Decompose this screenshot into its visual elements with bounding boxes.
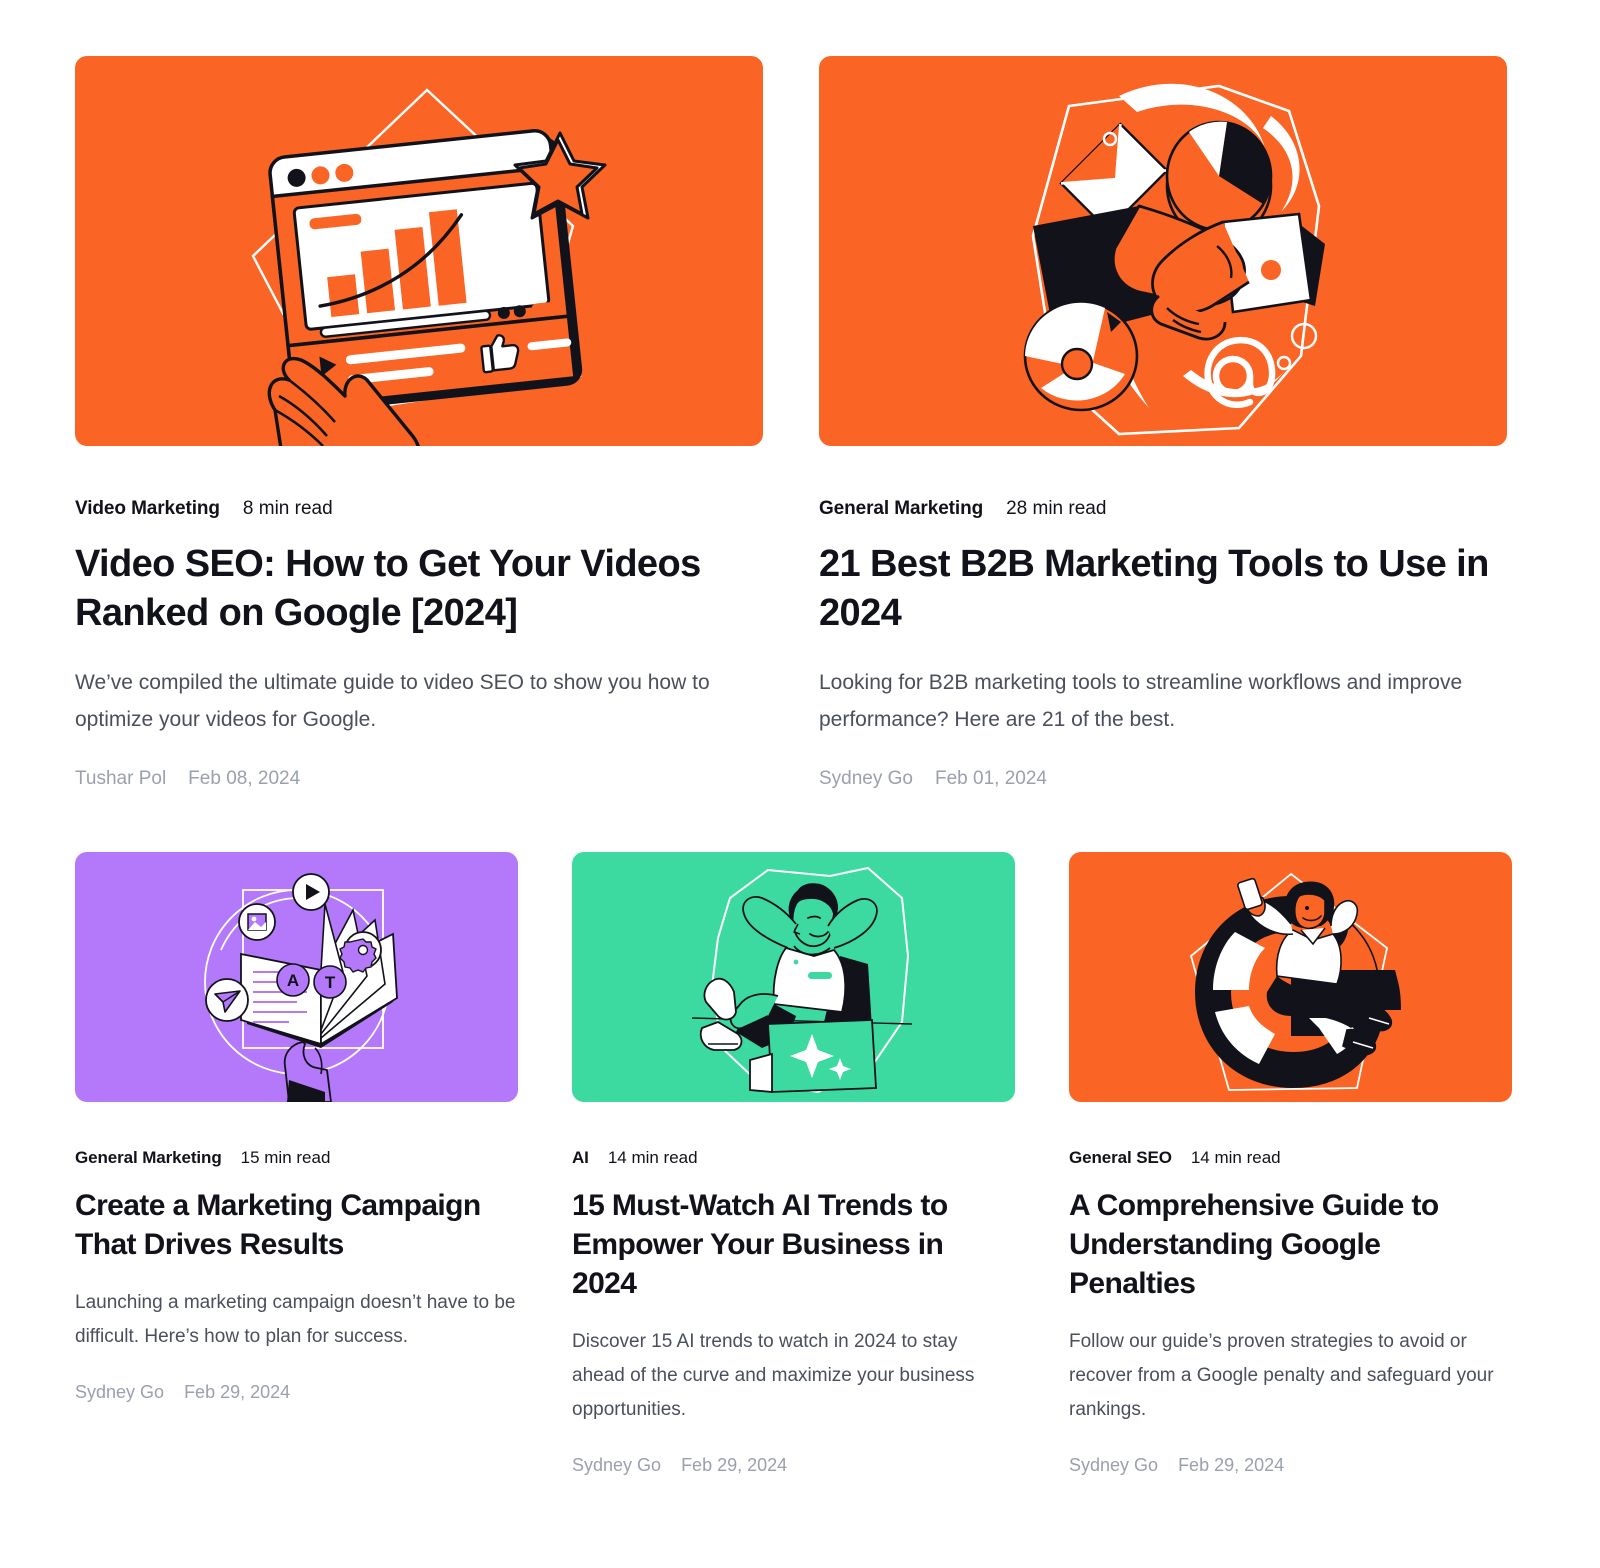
handshake-illustration	[819, 56, 1507, 446]
svg-text:A: A	[287, 971, 299, 990]
article-date: Feb 29, 2024	[184, 1382, 291, 1402]
article-title[interactable]: Create a Marketing Campaign That Drives …	[75, 1168, 495, 1264]
article-excerpt: We’ve compiled the ultimate guide to vid…	[75, 671, 710, 731]
article-excerpt: Looking for B2B marketing tools to strea…	[819, 671, 1463, 731]
article-date: Feb 29, 2024	[681, 1455, 788, 1475]
article-date: Feb 01, 2024	[935, 768, 1047, 789]
featured-article-row: Video Marketing 8 min read Video SEO: Ho…	[75, 56, 1525, 790]
article-card[interactable]: A T General Marketing 15 min read Create…	[75, 852, 518, 1476]
article-read-time: 8 min read	[242, 498, 333, 519]
article-title[interactable]: A Comprehensive Guide to Understanding G…	[1069, 1168, 1489, 1303]
article-card[interactable]: AI 14 min read 15 Must-Watch AI Trends t…	[572, 852, 1015, 1476]
article-meta: AI 14 min read	[572, 1102, 1015, 1168]
article-byline: Sydney Go Feb 01, 2024	[819, 738, 1507, 790]
article-title[interactable]: Video SEO: How to Get Your Videos Ranked…	[75, 520, 755, 638]
article-meta: Video Marketing 8 min read	[75, 446, 763, 520]
article-read-time: 28 min read	[1006, 498, 1107, 519]
article-author[interactable]: Tushar Pol	[75, 768, 166, 790]
article-read-time: 14 min read	[1190, 1148, 1281, 1167]
article-thumbnail[interactable]	[819, 56, 1507, 446]
article-meta: General SEO 14 min read	[1069, 1102, 1512, 1168]
article-meta: General Marketing 28 min read	[819, 446, 1507, 520]
article-excerpt: Discover 15 AI trends to watch in 2024 t…	[572, 1331, 975, 1420]
article-title[interactable]: 15 Must-Watch AI Trends to Empower Your …	[572, 1168, 992, 1303]
article-byline: Tushar Pol Feb 08, 2024	[75, 738, 763, 790]
article-thumbnail[interactable]: A T	[75, 852, 518, 1102]
article-author[interactable]: Sydney Go	[572, 1455, 661, 1476]
article-category[interactable]: Video Marketing	[75, 498, 220, 520]
article-category[interactable]: AI	[572, 1148, 589, 1168]
article-title[interactable]: 21 Best B2B Marketing Tools to Use in 20…	[819, 520, 1499, 638]
article-author[interactable]: Sydney Go	[1069, 1455, 1158, 1476]
article-category[interactable]: General Marketing	[819, 498, 983, 520]
relaxed-person-laptop-illustration	[572, 852, 1015, 1102]
woman-on-letter-g-illustration	[1069, 852, 1512, 1102]
article-author[interactable]: Sydney Go	[819, 768, 913, 790]
article-date: Feb 08, 2024	[188, 768, 301, 789]
secondary-article-row: A T General Marketing 15 min read Create…	[75, 852, 1525, 1476]
video-analytics-illustration	[75, 56, 763, 446]
article-meta: General Marketing 15 min read	[75, 1102, 518, 1168]
article-card[interactable]: Video Marketing 8 min read Video SEO: Ho…	[75, 56, 763, 790]
article-thumbnail[interactable]	[1069, 852, 1512, 1102]
article-excerpt: Follow our guide’s proven strategies to …	[1069, 1331, 1494, 1420]
article-card[interactable]: General Marketing 28 min read 21 Best B2…	[819, 56, 1507, 790]
article-grid: Video Marketing 8 min read Video SEO: Ho…	[0, 0, 1600, 1476]
open-book-illustration: A T	[75, 852, 518, 1102]
article-category[interactable]: General Marketing	[75, 1148, 222, 1168]
article-byline: Sydney Go Feb 29, 2024	[1069, 1427, 1512, 1476]
article-excerpt: Launching a marketing campaign doesn’t h…	[75, 1292, 516, 1347]
article-read-time: 14 min read	[607, 1148, 698, 1167]
article-byline: Sydney Go Feb 29, 2024	[572, 1427, 1015, 1476]
article-thumbnail[interactable]	[75, 56, 763, 446]
article-card[interactable]: General SEO 14 min read A Comprehensive …	[1069, 852, 1512, 1476]
article-read-time: 15 min read	[240, 1148, 331, 1167]
article-author[interactable]: Sydney Go	[75, 1382, 164, 1403]
article-thumbnail[interactable]	[572, 852, 1015, 1102]
article-byline: Sydney Go Feb 29, 2024	[75, 1354, 518, 1403]
svg-text:T: T	[325, 973, 336, 992]
article-category[interactable]: General SEO	[1069, 1148, 1172, 1168]
article-date: Feb 29, 2024	[1178, 1455, 1285, 1475]
